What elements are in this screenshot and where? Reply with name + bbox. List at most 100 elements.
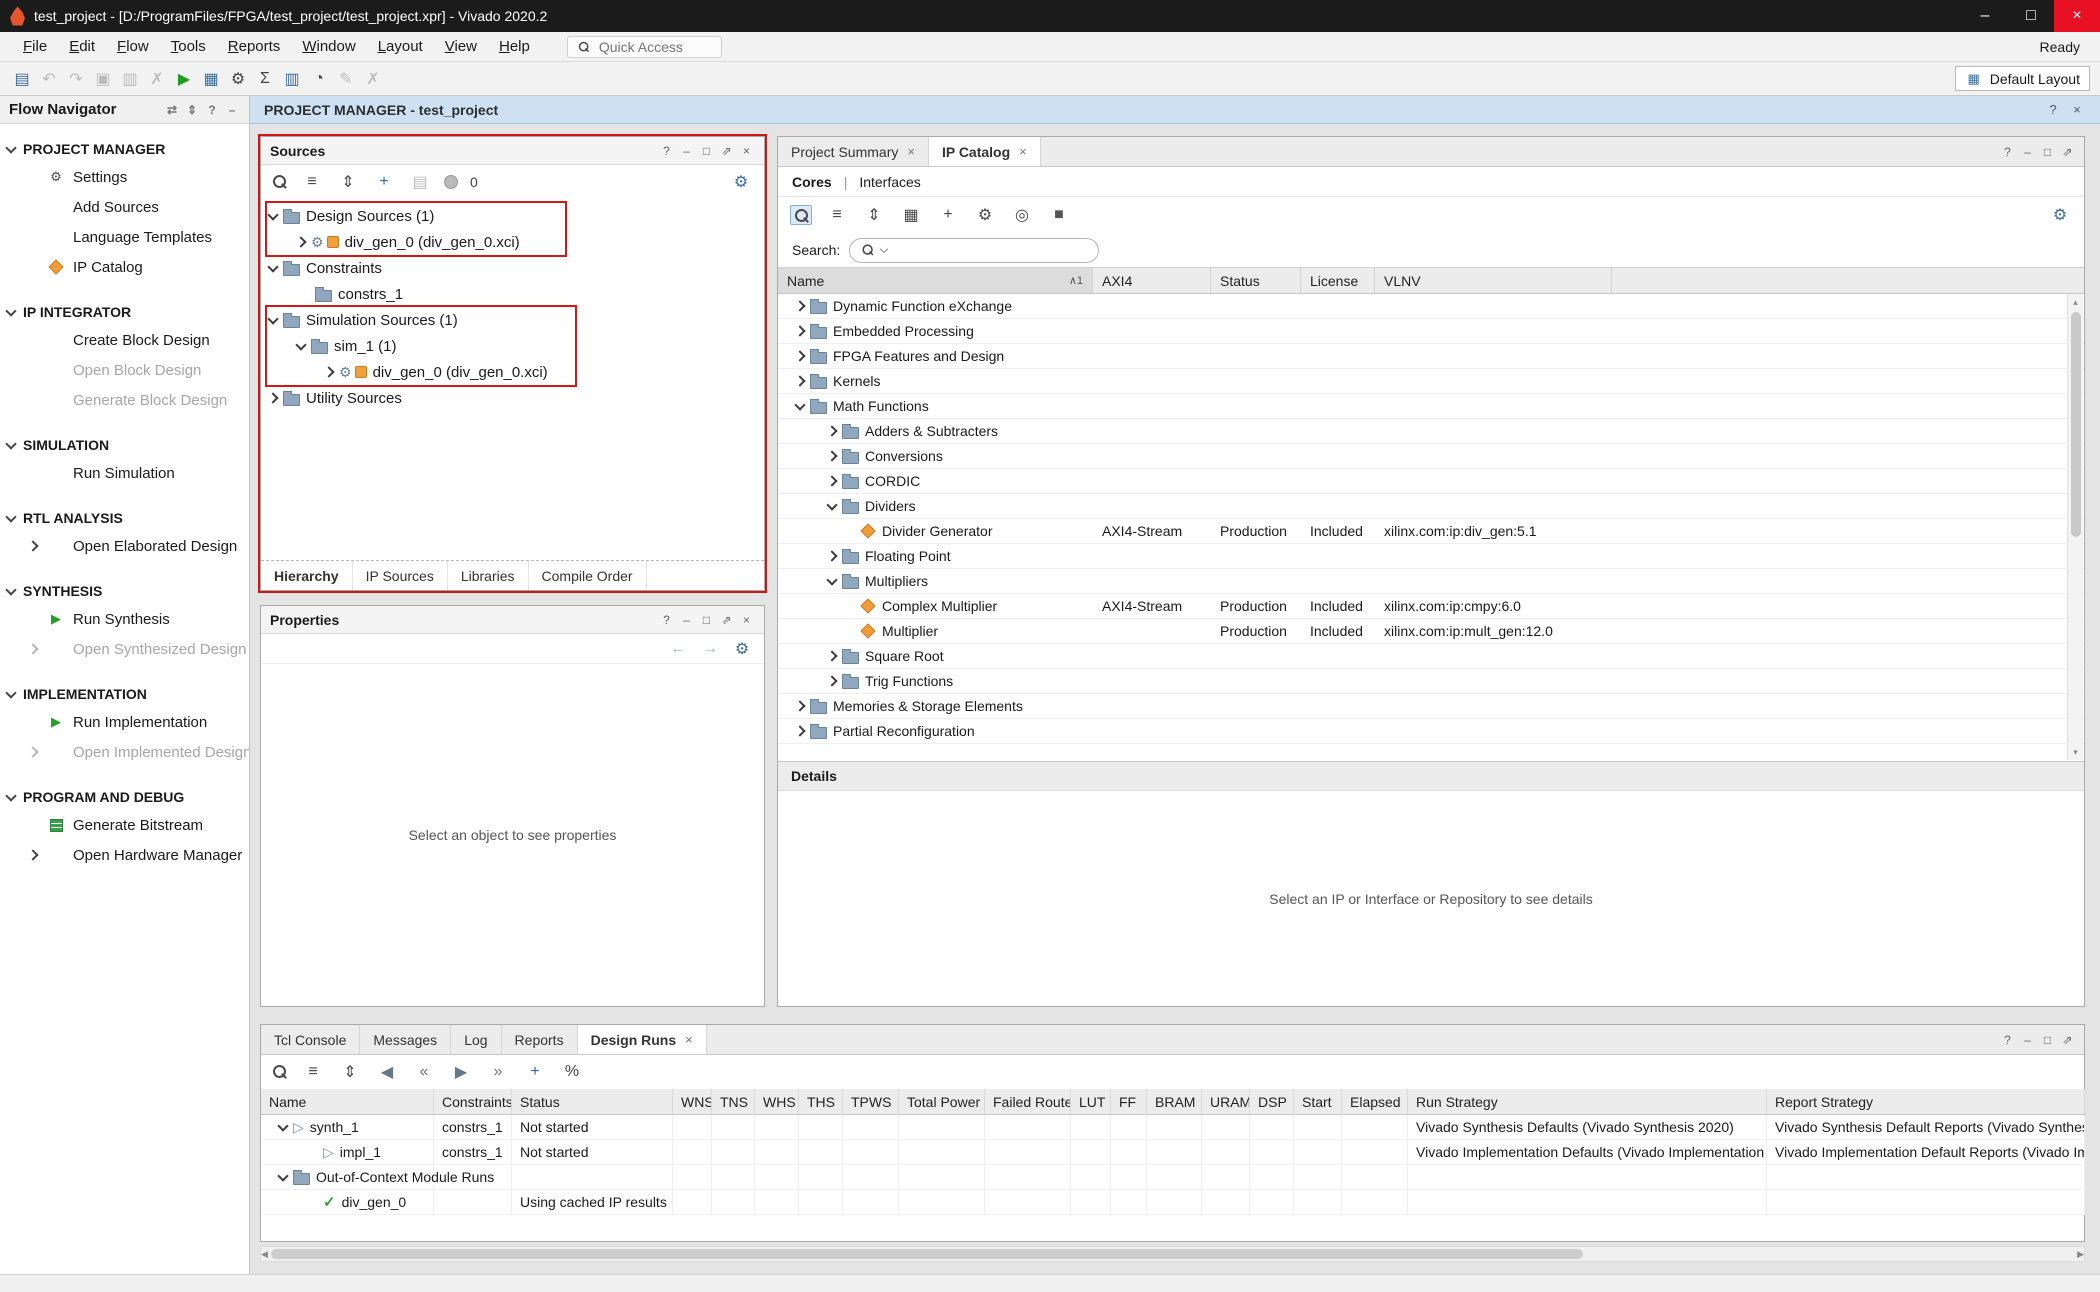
properties-settings-gear-icon[interactable]: ⚙ xyxy=(730,637,754,661)
tab-project-summary[interactable]: Project Summary× xyxy=(778,137,929,166)
ip-catalog-row[interactable]: Kernels xyxy=(778,369,2084,394)
subtab-interfaces[interactable]: Interfaces xyxy=(859,174,920,190)
menu-window[interactable]: Window xyxy=(291,32,366,61)
sources-tree-item[interactable]: sim_1 (1) xyxy=(261,333,764,359)
scrollbar-thumb[interactable] xyxy=(2071,312,2081,537)
maximize-icon[interactable]: □ xyxy=(698,611,715,628)
ip-catalog-row[interactable]: Divider GeneratorAXI4-StreamProductionIn… xyxy=(778,519,2084,544)
ip-catalog-row[interactable]: Conversions xyxy=(778,444,2084,469)
delete-icon[interactable]: ✗ xyxy=(145,67,169,91)
quick-access-input[interactable] xyxy=(599,39,713,55)
scroll-down-button[interactable]: ▾ xyxy=(2073,744,2078,760)
design-run-row[interactable]: Out-of-Context Module Runs xyxy=(261,1165,2084,1190)
properties-panel-header[interactable]: Properties ?–□⇗× xyxy=(261,606,764,634)
column-header-start[interactable]: Start xyxy=(1294,1089,1342,1114)
chevron-right-icon[interactable] xyxy=(794,350,805,361)
add-repository-icon[interactable]: + xyxy=(936,203,960,227)
close-icon[interactable]: × xyxy=(738,142,755,159)
forward-icon[interactable]: → xyxy=(698,637,722,661)
flow-section-header[interactable]: PROJECT MANAGER xyxy=(0,136,249,162)
chevron-down-icon[interactable] xyxy=(267,209,278,220)
maximize-icon[interactable]: □ xyxy=(2039,1028,2056,1052)
expand-all-icon[interactable]: ⇕ xyxy=(336,170,360,194)
chevron-right-icon[interactable] xyxy=(794,700,805,711)
ip-settings-icon[interactable]: ⚙ xyxy=(973,203,997,227)
chevron-right-icon[interactable] xyxy=(794,375,805,386)
add-run-icon[interactable]: + xyxy=(523,1060,547,1084)
expand-all-icon[interactable]: ⇕ xyxy=(862,203,886,227)
sources-panel-header[interactable]: Sources ?–□⇗× xyxy=(261,137,764,165)
sources-tab-ip-sources[interactable]: IP Sources xyxy=(353,561,448,590)
flow-item-run-implementation[interactable]: ▶Run Implementation xyxy=(0,707,249,737)
window-maximize-button[interactable]: □ xyxy=(2008,0,2054,32)
chevron-down-icon[interactable] xyxy=(277,1170,288,1181)
menu-flow[interactable]: Flow xyxy=(106,32,160,61)
flow-item-open-elaborated-design[interactable]: Open Elaborated Design xyxy=(0,531,249,561)
help-icon[interactable]: ? xyxy=(2044,101,2062,119)
search-icon[interactable] xyxy=(790,205,812,225)
sources-tree-item[interactable]: Simulation Sources (1) xyxy=(261,307,764,333)
column-header-status[interactable]: Status xyxy=(512,1089,673,1114)
ip-catalog-row[interactable]: Trig Functions xyxy=(778,669,2084,694)
window-minimize-button[interactable]: – xyxy=(1962,0,2008,32)
chevron-right-icon[interactable] xyxy=(295,236,306,247)
copy-icon[interactable]: ▣ xyxy=(91,67,115,91)
chevron-down-icon[interactable] xyxy=(277,1120,288,1131)
paste-icon[interactable]: ▥ xyxy=(118,67,142,91)
flow-item-open-synthesized-design[interactable]: Open Synthesized Design xyxy=(0,634,249,664)
settings-icon[interactable]: ⚙ xyxy=(226,67,250,91)
column-header-wns[interactable]: WNS xyxy=(673,1089,712,1114)
chevron-right-icon[interactable] xyxy=(27,746,38,757)
tab-design-runs[interactable]: Design Runs× xyxy=(578,1025,707,1054)
chevron-right-icon[interactable] xyxy=(27,849,38,860)
close-icon[interactable]: × xyxy=(738,611,755,628)
horizontal-scrollbar[interactable]: ◀ ▶ xyxy=(260,1246,2085,1262)
undo-icon[interactable]: ↶ xyxy=(37,67,61,91)
scroll-right-button[interactable]: ▶ xyxy=(2077,1246,2084,1262)
chevron-right-icon[interactable] xyxy=(27,643,38,654)
collapse-all-icon[interactable]: ≡ xyxy=(825,203,849,227)
chevron-right-icon[interactable] xyxy=(826,475,837,486)
column-header-total-power[interactable]: Total Power xyxy=(899,1089,985,1114)
design-run-row[interactable]: ▷impl_1constrs_1Not startedVivado Implem… xyxy=(261,1140,2084,1165)
ip-catalog-row[interactable]: Multipliers xyxy=(778,569,2084,594)
column-header-name[interactable]: Name∧1 xyxy=(778,268,1093,293)
column-header-report-strategy[interactable]: Report Strategy xyxy=(1767,1089,2085,1114)
help-icon[interactable]: ? xyxy=(204,102,220,118)
percent-icon[interactable]: % xyxy=(560,1060,584,1084)
column-header-run-strategy[interactable]: Run Strategy xyxy=(1408,1089,1767,1114)
sources-tree-item[interactable]: ⚙div_gen_0 (div_gen_0.xci) xyxy=(261,359,764,385)
chart-icon[interactable]: ▥ xyxy=(280,67,304,91)
tab-messages[interactable]: Messages xyxy=(360,1025,451,1054)
play-icon[interactable]: ▶ xyxy=(449,1060,473,1084)
chevron-down-icon[interactable] xyxy=(5,584,16,595)
column-header-uram[interactable]: URAM xyxy=(1202,1089,1250,1114)
chevron-down-icon[interactable] xyxy=(267,313,278,324)
minimize-icon[interactable]: – xyxy=(678,611,695,628)
ip-catalog-row[interactable]: FPGA Features and Design xyxy=(778,344,2084,369)
close-icon[interactable]: × xyxy=(907,144,915,159)
design-run-row[interactable]: ▷synth_1constrs_1Not startedVivado Synth… xyxy=(261,1115,2084,1140)
minimize-icon[interactable]: – xyxy=(224,102,240,118)
ip-catalog-row[interactable]: CORDIC xyxy=(778,469,2084,494)
column-header-lut[interactable]: LUT xyxy=(1071,1089,1111,1114)
expand-all-icon[interactable]: ⇕ xyxy=(338,1060,362,1084)
clock-icon[interactable]: ◔ xyxy=(307,67,331,91)
close-design-icon[interactable]: ✗ xyxy=(361,67,385,91)
hierarchy-icon[interactable]: ▦ xyxy=(899,203,923,227)
chevron-down-icon[interactable] xyxy=(5,790,16,801)
chevron-down-icon[interactable] xyxy=(5,511,16,522)
minimize-icon[interactable]: – xyxy=(678,142,695,159)
back-icon[interactable]: ← xyxy=(666,637,690,661)
search-icon[interactable] xyxy=(272,174,288,190)
column-header-vlnv[interactable]: VLNV xyxy=(1375,268,1612,293)
float-icon[interactable]: ⇗ xyxy=(718,142,735,159)
close-icon[interactable]: × xyxy=(685,1032,693,1047)
stop-icon[interactable]: ■ xyxy=(1047,203,1071,227)
menu-view[interactable]: View xyxy=(434,32,488,61)
tab-reports[interactable]: Reports xyxy=(502,1025,578,1054)
window-close-button[interactable]: × xyxy=(2054,0,2100,32)
sources-tab-hierarchy[interactable]: Hierarchy xyxy=(261,561,353,590)
column-header-ths[interactable]: THS xyxy=(799,1089,843,1114)
sigma-icon[interactable]: Σ xyxy=(253,67,277,91)
